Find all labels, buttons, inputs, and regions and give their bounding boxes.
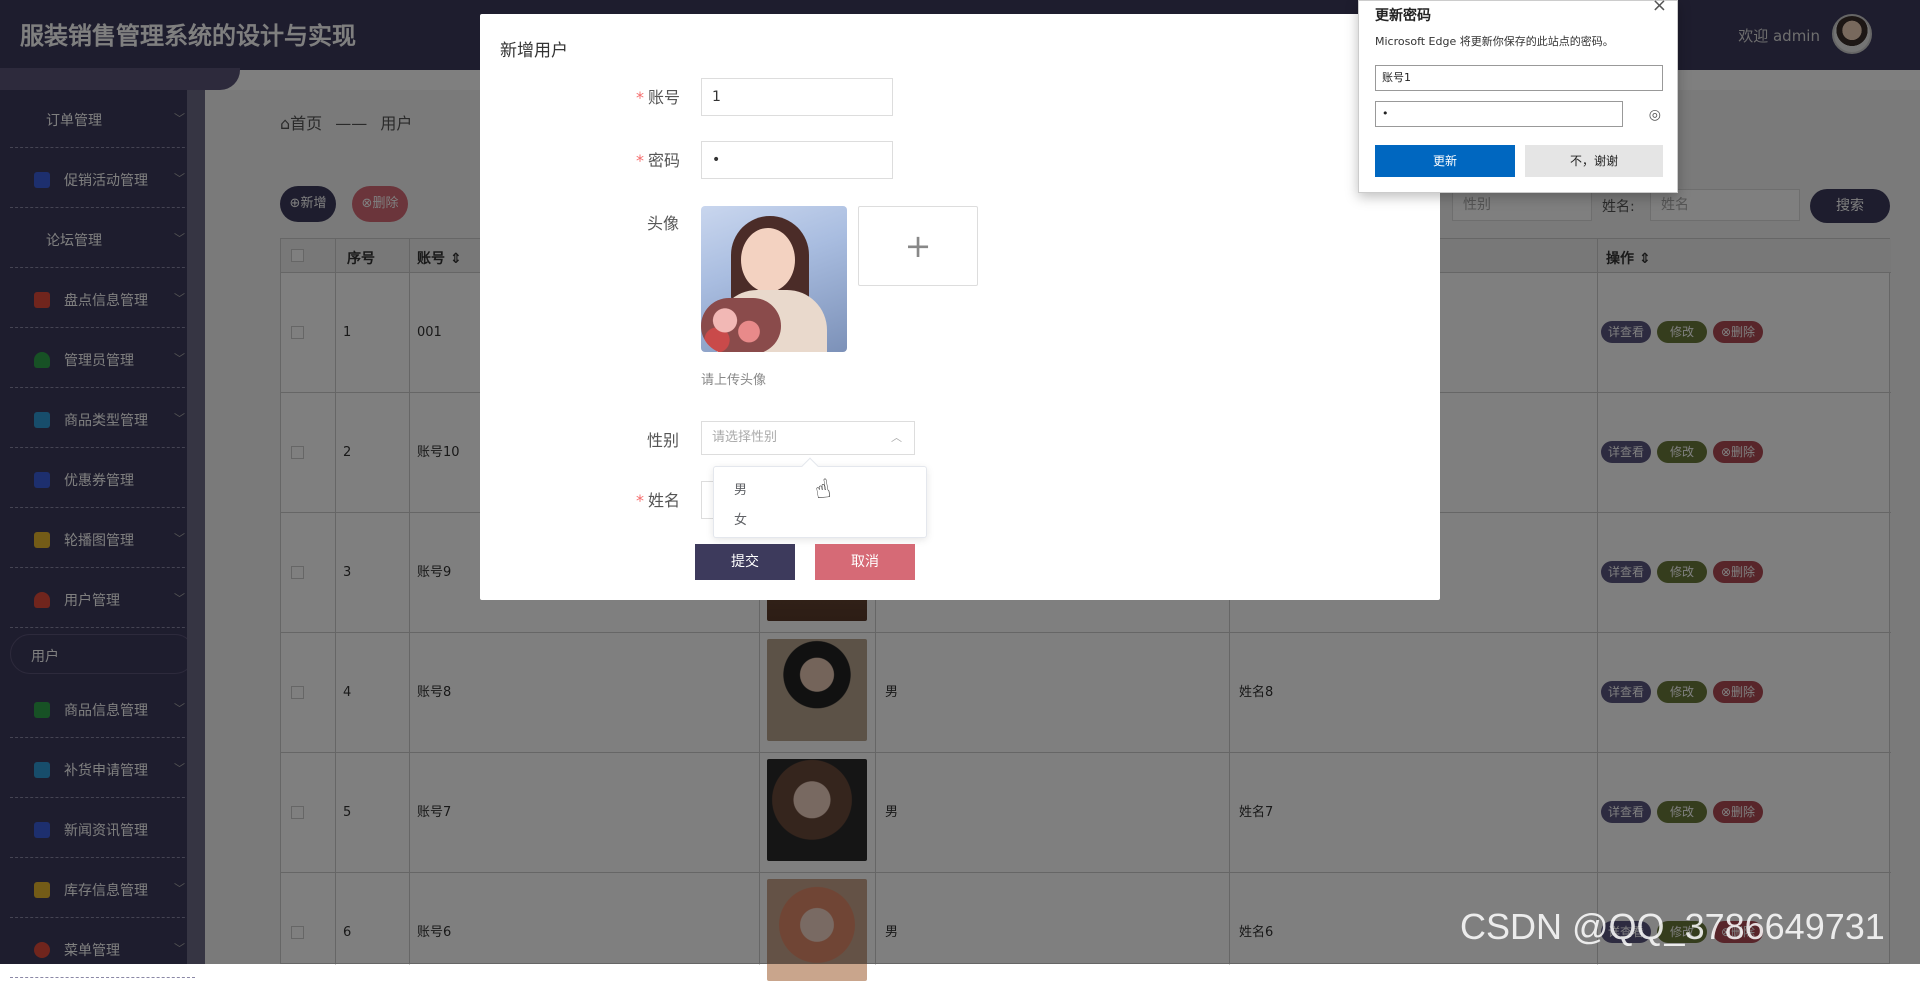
gender-label: 性别	[647, 431, 680, 450]
upload-tip: 请上传头像	[701, 373, 767, 388]
add-user-dialog: 新增用户 * 账号 1 * 密码 • 头像 + 请上传头像 性别 请选择性别 ︿ * 姓…	[480, 14, 1440, 600]
edge-update-button[interactable]: 更新	[1375, 145, 1515, 177]
eye-icon[interactable]: ◎	[1649, 107, 1661, 123]
account-label: * 账号	[636, 88, 681, 107]
cancel-button[interactable]: 取消	[815, 544, 915, 580]
name-label: * 姓名	[636, 491, 681, 510]
upload-plus-button[interactable]: +	[858, 206, 978, 286]
dialog-title: 新增用户	[500, 41, 568, 61]
photo-face	[741, 228, 795, 292]
gender-option-male[interactable]: 男	[734, 479, 747, 498]
password-input[interactable]: •	[701, 141, 893, 179]
edge-popup-title: 更新密码	[1375, 8, 1431, 24]
gender-option-female[interactable]: 女	[734, 509, 747, 528]
gender-select-placeholder: 请选择性别	[712, 430, 778, 445]
edge-update-password-popup: 更新密码 × Microsoft Edge 将更新你保存的此站点的密码。 账号1…	[1358, 0, 1678, 193]
password-label: * 密码	[636, 151, 681, 170]
photo-flowers	[701, 298, 781, 352]
avatar-label: 头像	[647, 214, 680, 233]
submit-button[interactable]: 提交	[695, 544, 795, 580]
avatar-preview-image[interactable]	[701, 206, 847, 352]
edge-no-thanks-button[interactable]: 不，谢谢	[1525, 145, 1663, 177]
edge-popup-description: Microsoft Edge 将更新你保存的此站点的密码。	[1375, 35, 1614, 48]
close-icon[interactable]: ×	[1652, 0, 1667, 16]
plus-icon: +	[904, 227, 932, 265]
dropdown-arrow	[801, 457, 819, 475]
edge-password-field[interactable]: •	[1375, 101, 1623, 127]
chevron-up-icon: ︿	[891, 431, 902, 444]
watermark: CSDN @QQ_3786649731	[1460, 906, 1885, 947]
account-input[interactable]: 1	[701, 78, 893, 116]
edge-username-field[interactable]: 账号1	[1375, 65, 1663, 91]
gender-select[interactable]: 请选择性别 ︿	[701, 421, 915, 455]
